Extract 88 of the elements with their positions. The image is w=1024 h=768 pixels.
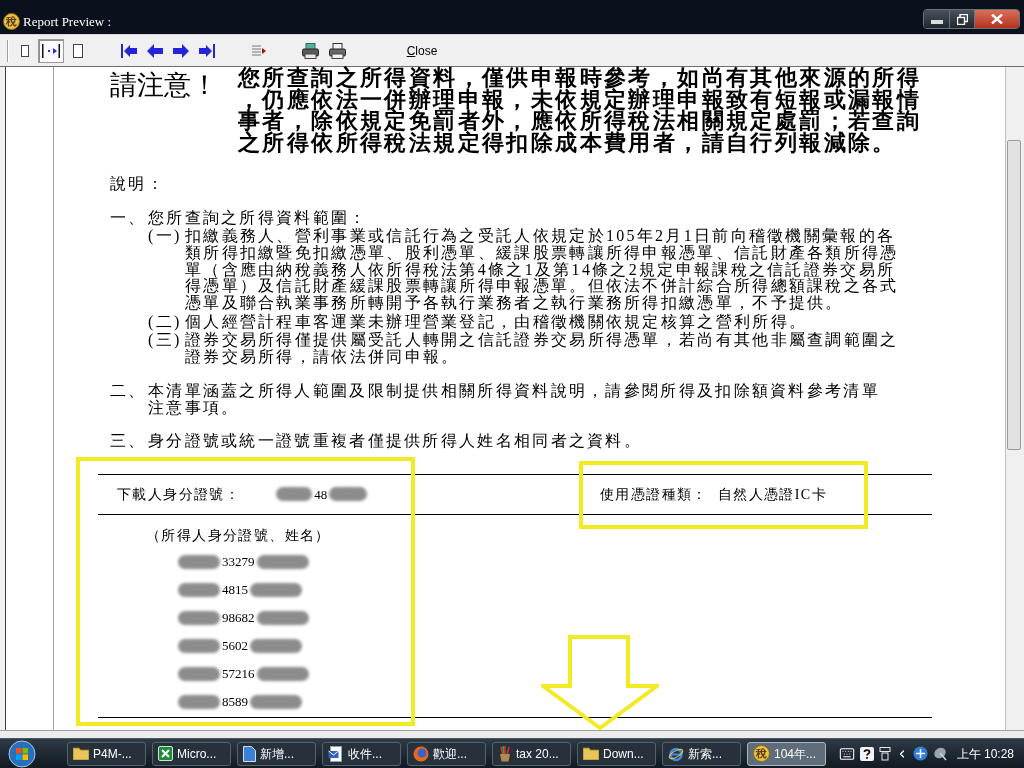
redaction-blur-icon (250, 638, 302, 653)
subitem-text: 證券交易所得僅提供屬受託人轉開之信託證券交易所得憑單，若尚有其他非屬查調範圍之證券交易所得，請依法併同申報。 (185, 332, 900, 366)
id-value: 48 (314, 485, 328, 503)
redaction-blur-icon (178, 638, 220, 653)
page-width-icon (42, 43, 60, 58)
app-logo: 稅 (3, 13, 20, 30)
page-icon (73, 43, 83, 58)
redaction-blur-icon (178, 554, 220, 569)
item-number: 一、 (110, 209, 148, 228)
bar-left-arrow-icon (121, 43, 137, 58)
subitem-number: (二) (148, 313, 183, 331)
taskbar-button[interactable]: P4M-... (67, 741, 146, 766)
left-arrow-icon (147, 43, 163, 58)
start-button[interactable] (6, 739, 38, 768)
document-icon (243, 745, 256, 762)
subitem-number: (三) (148, 332, 183, 351)
subitem-text: 扣繳義務人、營利事業或信託行為之受託人依規定於105年2月1日前向稽徵機關彙報的各類所得扣繳暨免扣繳憑單、股利憑單、緩課股票轉讓所得申報憑單、信託財產各類所得憑單（含應由納稅義務人依所得稅法第4條之1及第14條之2規定申報課稅之信託證券交易所得憑單）及信託財產緩課股票轉讓所得申報憑單。但依法不併計綜合所得總額課稅之各式憑單及聯合執業事務所轉開予各執行業務者之執行業務所得扣繳憑單，不予提供。 (185, 228, 900, 312)
id-value: 4815 (222, 581, 248, 599)
close-icon (991, 14, 1003, 24)
redaction-blur-icon (178, 582, 220, 597)
restore-icon (956, 13, 968, 25)
close-window-button[interactable] (975, 10, 1019, 28)
taskbar-button[interactable]: 新增... (237, 741, 316, 766)
scrollbar-thumb[interactable] (1007, 140, 1021, 450)
mail-icon (328, 745, 344, 762)
window-title: Report Preview : (23, 13, 112, 30)
taskbar-button[interactable]: 稅 104年... (747, 741, 826, 766)
redaction-blur-icon (256, 610, 309, 625)
view-mode-button[interactable] (38, 38, 64, 63)
spreadsheet-icon (158, 746, 173, 761)
minimize-button[interactable] (924, 10, 950, 28)
redaction-blur-icon (329, 487, 368, 502)
redaction-blur-icon (178, 694, 220, 709)
notice-text: 您所查詢之所得資料，僅供申報時參考，如尚有其他來源的所得，仍應依法一併辦理申報，未依規定辦理申報致有短報或漏報情事者，除依規定免罰者外，應依所得稅法相關規定處罰；若查詢之所得依所得稅法規定得扣除成本費用者，請自行列報減除。 (238, 67, 923, 154)
id-value: 8589 (222, 693, 248, 711)
subitem-text: 個人經營計程車客運業未辦理營業登記，由稽徵機關依規定核算之營利所得。 (185, 313, 809, 331)
satellite-dish-icon[interactable] (932, 746, 948, 761)
id-label: 下載人身分證號： (117, 485, 241, 503)
item-number: 二、 (110, 382, 148, 401)
id-value: 5602 (222, 637, 248, 655)
right-arrow-bar-icon (199, 43, 215, 58)
app-logo: 稅 (753, 745, 770, 762)
taskbar-button[interactable]: 新索... (662, 741, 741, 766)
pencil-cup-icon (498, 745, 512, 762)
item-text: 本清單涵蓋之所得人範圍及限制提供相關所得資料說明，請參閱所得及扣除額資料參考清單注意事項。 (148, 382, 881, 417)
printer-setup-icon (301, 42, 319, 59)
id-value: 98682 (222, 609, 255, 627)
plus-circle-icon[interactable] (912, 746, 928, 761)
certificate-value: 自然人憑證IC卡 (717, 485, 827, 503)
minimize-icon (930, 20, 943, 24)
redaction-blur-icon (178, 666, 220, 681)
start-orb-icon (8, 739, 36, 768)
redaction-blur-icon (276, 487, 313, 502)
redaction-blur-icon (178, 610, 220, 625)
folder-icon (73, 747, 89, 760)
item-text: 您所查詢之所得資料範圍： (148, 209, 369, 227)
stacked-panels-icon[interactable] (878, 746, 891, 761)
taskbar-button[interactable]: 歡迎... (407, 741, 486, 766)
redaction-blur-icon (250, 582, 302, 597)
redaction-blur-icon (256, 666, 309, 681)
column-header: （所得人身分證號、姓名） (146, 526, 331, 544)
clock[interactable]: 上午 10:28 (956, 746, 1014, 761)
small-page-icon (21, 44, 29, 57)
id-value: 33279 (222, 553, 255, 571)
taskbar-button[interactable]: Micro... (152, 741, 231, 766)
taskbar-button[interactable]: Down... (577, 741, 656, 766)
redaction-blur-icon (250, 694, 302, 709)
item-number: 三、 (110, 433, 148, 450)
printer-icon (328, 42, 346, 59)
redaction-blur-icon (256, 554, 309, 569)
subitem-number: (一) (148, 228, 183, 247)
vertical-scrollbar[interactable] (1005, 67, 1022, 730)
certificate-label: 使用憑證種類： (600, 485, 708, 503)
keyboard-icon[interactable] (838, 745, 855, 762)
help-icon[interactable] (859, 746, 874, 761)
right-arrow-icon (173, 43, 189, 58)
taskbar-button[interactable]: tax 20... (492, 741, 571, 766)
id-value: 57216 (222, 665, 255, 683)
globe-icon (413, 745, 429, 762)
restore-button[interactable] (950, 10, 975, 28)
folder-icon (583, 747, 599, 760)
section-title: 說明： (110, 175, 166, 193)
item-text: 身分證號或統一證號重複者僅提供所得人姓名相同者之資料。 (148, 433, 644, 450)
globe-icon (668, 745, 684, 762)
close-button[interactable]: Close (400, 38, 444, 63)
taskbar-button[interactable]: 收件... (322, 741, 401, 766)
notice-heading: 請注意！ (110, 70, 219, 102)
text-lines-arrow-icon (252, 44, 266, 57)
